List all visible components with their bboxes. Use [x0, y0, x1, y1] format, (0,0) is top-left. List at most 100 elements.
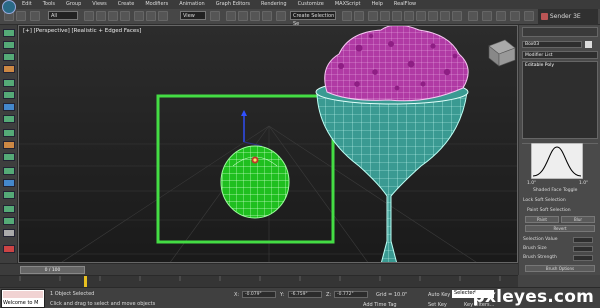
object-color-swatch[interactable]	[585, 41, 592, 48]
select-object-icon[interactable]	[84, 11, 94, 21]
tool-17-icon[interactable]	[3, 229, 15, 237]
tool-9-icon[interactable]	[3, 129, 15, 137]
scale-icon[interactable]	[158, 11, 168, 21]
auto-key-button[interactable]: Auto Key	[428, 292, 450, 298]
tool-12-icon[interactable]	[3, 167, 15, 175]
extra-tool-4-icon[interactable]	[524, 11, 534, 21]
object-name-field[interactable]: Box03	[522, 41, 582, 48]
extra-tool-2-icon[interactable]	[496, 11, 506, 21]
tool-16-icon[interactable]	[3, 217, 15, 225]
perspective-viewport[interactable]: [+] [Perspective] [Realistic + Edged Fac…	[18, 25, 518, 263]
redo-icon[interactable]	[16, 11, 26, 21]
track-bar[interactable]	[0, 275, 518, 288]
menu-customize[interactable]: Customize	[298, 0, 324, 9]
panel-tabs[interactable]	[522, 27, 598, 37]
material-editor-icon[interactable]	[416, 11, 426, 21]
move-gizmo[interactable]	[241, 110, 263, 147]
tool-10-icon[interactable]	[3, 141, 15, 149]
move-icon[interactable]	[134, 11, 144, 21]
tool-14-icon[interactable]	[3, 191, 15, 199]
menu-maxscript[interactable]: MAXScript	[335, 0, 361, 9]
realflow-icon[interactable]	[468, 11, 478, 21]
x-coordinate-field[interactable]: -0.079"	[242, 291, 276, 298]
extra-tool-3-icon[interactable]	[510, 11, 520, 21]
extra-tool-icon[interactable]	[482, 11, 492, 21]
tool-15-icon[interactable]	[3, 205, 15, 213]
angle-snap-icon[interactable]	[238, 11, 248, 21]
modifier-list-dropdown[interactable]: Modifier List	[522, 51, 598, 59]
rect-selection-icon[interactable]	[108, 11, 118, 21]
menu-help[interactable]: Help	[372, 0, 383, 9]
layer-manager-icon[interactable]	[368, 11, 378, 21]
tool-5-icon[interactable]	[3, 79, 15, 87]
shaded-face-toggle[interactable]: Shaded Face Toggle	[533, 187, 577, 194]
add-time-tag[interactable]: Add Time Tag	[363, 302, 397, 308]
menu-tools[interactable]: Tools	[43, 0, 55, 9]
menu-create[interactable]: Create	[118, 0, 135, 9]
mirror-icon[interactable]	[342, 11, 352, 21]
menu-group[interactable]: Group	[66, 0, 81, 9]
tool-3-icon[interactable]	[3, 53, 15, 61]
rotate-icon[interactable]	[146, 11, 156, 21]
app-logo-icon[interactable]	[2, 0, 16, 14]
pivot-icon[interactable]	[210, 11, 220, 21]
tool-1-icon[interactable]	[3, 29, 15, 37]
grid-size: Grid = 10.0"	[376, 292, 408, 298]
brush-size-spinner[interactable]	[573, 246, 593, 252]
percent-snap-icon[interactable]	[250, 11, 260, 21]
tool-11-icon[interactable]	[3, 153, 15, 161]
ice-cream-model[interactable]	[324, 26, 469, 102]
edit-named-sets-icon[interactable]	[276, 11, 286, 21]
tool-18-icon[interactable]	[3, 245, 15, 253]
reference-coord-dropdown[interactable]: View	[180, 11, 206, 20]
tool-7-icon[interactable]	[3, 103, 15, 111]
stack-item-editable-poly[interactable]: Editable Poly	[525, 63, 554, 68]
glass-model[interactable]	[315, 79, 469, 263]
set-key-button[interactable]: Set Key	[428, 302, 447, 308]
link-icon[interactable]	[30, 11, 40, 21]
window-crossing-icon[interactable]	[120, 11, 130, 21]
menu-edit[interactable]: Edit	[22, 0, 32, 9]
menu-rendering[interactable]: Rendering	[261, 0, 287, 9]
revert-button[interactable]: Revert	[525, 225, 595, 232]
tool-4-icon[interactable]	[3, 65, 15, 73]
brush-strength-spinner[interactable]	[573, 255, 593, 261]
tool-13-icon[interactable]	[3, 179, 15, 187]
rendered-frame-icon[interactable]	[440, 11, 450, 21]
menu-graph-editors[interactable]: Graph Editors	[216, 0, 250, 9]
y-coordinate-field[interactable]: -6.759"	[288, 291, 322, 298]
render-icon[interactable]	[452, 11, 462, 21]
lock-soft-selection-checkbox[interactable]: Lock Soft Selection	[523, 197, 566, 204]
spinner-snap-icon[interactable]	[262, 11, 272, 21]
tool-2-icon[interactable]	[3, 41, 15, 49]
menu-animation[interactable]: Animation	[179, 0, 205, 9]
selection-value-spinner[interactable]	[573, 237, 593, 243]
menu-realflow[interactable]: RealFlow	[394, 0, 416, 9]
ribbon-icon[interactable]	[380, 11, 390, 21]
align-icon[interactable]	[354, 11, 364, 21]
render-setup-icon[interactable]	[428, 11, 438, 21]
curve-editor-icon[interactable]	[392, 11, 402, 21]
named-selection-dropdown[interactable]: Create Selection Se	[290, 11, 336, 27]
modifier-stack[interactable]: Editable Poly	[522, 61, 598, 139]
maxscript-listener[interactable]: Welcome to M	[1, 289, 45, 308]
paint-button[interactable]: Paint	[525, 216, 559, 223]
snap-icon[interactable]	[226, 11, 236, 21]
select-by-name-icon[interactable]	[96, 11, 106, 21]
blur-button[interactable]: Blur	[561, 216, 595, 223]
scene-canvas	[19, 26, 517, 263]
schematic-view-icon[interactable]	[404, 11, 414, 21]
menu-views[interactable]: Views	[92, 0, 106, 9]
brush-options-button[interactable]: Brush Options	[525, 265, 595, 272]
menu-modifiers[interactable]: Modifiers	[145, 0, 168, 9]
time-slider[interactable]: 0 / 100	[20, 266, 85, 274]
selection-filter-dropdown[interactable]: All	[48, 11, 78, 20]
tool-6-icon[interactable]	[3, 91, 15, 99]
viewcube-icon[interactable]	[488, 39, 516, 67]
info-center[interactable]: Sender 3E	[538, 9, 598, 25]
tool-8-icon[interactable]	[3, 115, 15, 123]
maxscript-input[interactable]	[3, 291, 43, 298]
apple-model[interactable]	[220, 145, 290, 219]
info-center-label: Sender 3E	[549, 13, 581, 20]
z-coordinate-field[interactable]: -0.772"	[334, 291, 368, 298]
